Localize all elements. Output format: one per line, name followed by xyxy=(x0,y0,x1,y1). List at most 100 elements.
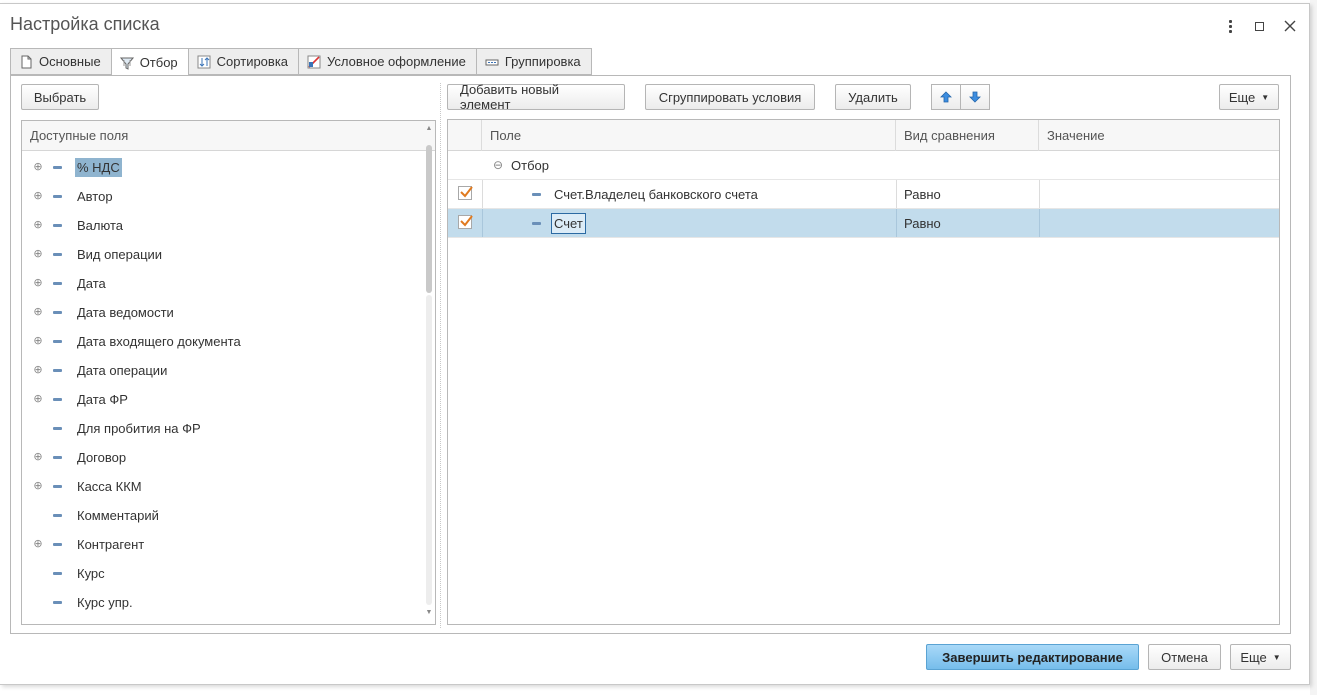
sort-icon xyxy=(197,55,211,69)
field-column-header[interactable]: Поле xyxy=(482,120,896,151)
table-row[interactable]: Счет.Владелец банковского счета Равно xyxy=(448,180,1279,209)
tree-item-label: % НДС xyxy=(75,157,122,177)
tree-item[interactable]: ⊕ % НДС xyxy=(22,155,422,179)
expand-icon[interactable]: ⊕ xyxy=(33,249,43,260)
tree-item-label: Дата xyxy=(77,275,106,291)
field-icon xyxy=(53,571,62,575)
available-fields-tree: Доступные поля ⊕ % НДС ⊕ Автор ⊕ Валюта ⊕ Вид о… xyxy=(21,120,436,625)
select-button[interactable]: Выбрать xyxy=(21,84,99,110)
tab-label: Основные xyxy=(39,54,101,69)
tree-item[interactable]: ⊕ Дата xyxy=(22,271,422,295)
field-icon xyxy=(53,165,62,169)
field-icon xyxy=(53,310,62,314)
close-icon[interactable] xyxy=(1280,16,1300,36)
tree-item[interactable]: ⊕ Дата операции xyxy=(22,358,422,382)
tab-main[interactable]: Основные xyxy=(10,48,111,75)
finish-editing-button[interactable]: Завершить редактирование xyxy=(926,644,1139,670)
tree-item[interactable]: ⊕ Касса ККМ xyxy=(22,474,422,498)
field-icon xyxy=(53,223,62,227)
collapse-icon[interactable]: ⊖ xyxy=(493,151,503,179)
comparison-cell[interactable]: Равно xyxy=(904,209,941,237)
tree-item-label: Дата входящего документа xyxy=(77,333,241,349)
field-icon xyxy=(53,194,62,198)
scroll-track[interactable] xyxy=(426,295,432,605)
maximize-icon[interactable] xyxy=(1249,16,1269,36)
group-row[interactable]: ⊖ Отбор xyxy=(448,151,1279,180)
field-icon xyxy=(53,281,62,285)
expand-icon[interactable]: ⊕ xyxy=(33,452,43,463)
tree-item[interactable]: ⊕ Дата ведомости xyxy=(22,300,422,324)
cancel-button[interactable]: Отмена xyxy=(1148,644,1221,670)
comparison-column-header[interactable]: Вид сравнения xyxy=(896,120,1039,151)
field-cell-editing[interactable]: Счет xyxy=(551,212,586,234)
tab-sort[interactable]: Сортировка xyxy=(187,48,299,75)
tab-grouping[interactable]: Группировка xyxy=(475,48,592,75)
row-checkbox[interactable] xyxy=(458,186,473,200)
chevron-down-icon: ▼ xyxy=(1261,92,1270,102)
group-conditions-button[interactable]: Сгруппировать условия xyxy=(645,84,815,110)
tree-item-label: Дата ведомости xyxy=(77,304,174,320)
tab-label: Группировка xyxy=(504,54,581,69)
field-icon xyxy=(53,455,62,459)
field-icon xyxy=(53,252,62,256)
expand-icon[interactable]: ⊕ xyxy=(33,307,43,318)
tree-item[interactable]: ⊕ Вид операции xyxy=(22,242,422,266)
value-column-header[interactable]: Значение xyxy=(1039,120,1279,151)
splitter[interactable] xyxy=(440,83,441,628)
footer-more-button[interactable]: Еще ▼ xyxy=(1230,644,1291,670)
add-new-element-button[interactable]: Добавить новый элемент xyxy=(447,82,625,112)
move-up-button[interactable] xyxy=(931,84,961,110)
tree-item[interactable]: ⊕ Дата входящего документа xyxy=(22,329,422,353)
checkmark-icon xyxy=(460,215,473,227)
expand-icon[interactable]: ⊕ xyxy=(33,220,43,231)
tab-filter[interactable]: Отбор xyxy=(110,48,188,76)
delete-button[interactable]: Удалить xyxy=(835,84,911,110)
field-icon xyxy=(53,368,62,372)
scroll-up-icon[interactable]: ▲ xyxy=(425,125,433,132)
filter-conditions-grid: Поле Вид сравнения Значение ⊖ Отбор Счет… xyxy=(447,119,1280,625)
move-down-button[interactable] xyxy=(960,84,990,110)
tree-item[interactable]: ⊕ Договор xyxy=(22,445,422,469)
background-strip xyxy=(1310,0,1317,695)
tree-item[interactable]: ⊕ Валюта xyxy=(22,213,422,237)
conditional-format-icon xyxy=(307,55,321,69)
checkmark-icon xyxy=(460,186,473,198)
field-icon xyxy=(53,484,62,488)
arrow-up-icon xyxy=(940,91,952,103)
row-checkbox[interactable] xyxy=(458,215,473,229)
right-more-button[interactable]: Еще ▼ xyxy=(1219,84,1279,110)
group-label: Отбор xyxy=(511,157,549,173)
expand-icon[interactable]: ⊕ xyxy=(33,162,43,173)
tree-item[interactable]: Комментарий xyxy=(22,503,422,527)
expand-icon[interactable]: ⊕ xyxy=(33,336,43,347)
tree-item[interactable]: ⊕ Контрагент xyxy=(22,532,422,556)
tree-scrollbar[interactable]: ▲ ▼ xyxy=(425,125,433,621)
tab-label: Отбор xyxy=(139,55,178,70)
tree-item[interactable]: ⊕ Автор xyxy=(22,184,422,208)
tree-item-label: Дата ФР xyxy=(77,391,128,407)
tree-item-label: Курс xyxy=(77,565,105,581)
expand-icon[interactable]: ⊕ xyxy=(33,278,43,289)
expand-icon[interactable]: ⊕ xyxy=(33,481,43,492)
field-icon xyxy=(532,222,541,225)
tree-item[interactable]: Курс упр. xyxy=(22,590,422,614)
tab-conditional-format[interactable]: Условное оформление xyxy=(298,48,476,75)
expand-icon[interactable]: ⊕ xyxy=(33,394,43,405)
comparison-cell[interactable]: Равно xyxy=(904,180,941,208)
tree-item[interactable]: ⊕ Дата ФР xyxy=(22,387,422,411)
scroll-down-icon[interactable]: ▼ xyxy=(425,609,433,616)
table-row-selected[interactable]: Счет Равно xyxy=(448,209,1279,238)
field-icon xyxy=(532,193,541,196)
field-cell[interactable]: Счет.Владелец банковского счета xyxy=(554,180,758,208)
expand-icon[interactable]: ⊕ xyxy=(33,539,43,550)
tree-item-label: Для пробития на ФР xyxy=(77,420,201,436)
tree-item-label: Комментарий xyxy=(77,507,159,523)
scroll-thumb[interactable] xyxy=(426,145,432,293)
tree-item[interactable]: Для пробития на ФР xyxy=(22,416,422,440)
more-options-icon[interactable] xyxy=(1220,16,1240,36)
document-icon xyxy=(19,55,33,69)
chevron-down-icon: ▼ xyxy=(1272,652,1281,662)
expand-icon[interactable]: ⊕ xyxy=(33,191,43,202)
tree-item[interactable]: Курс xyxy=(22,561,422,585)
expand-icon[interactable]: ⊕ xyxy=(33,365,43,376)
